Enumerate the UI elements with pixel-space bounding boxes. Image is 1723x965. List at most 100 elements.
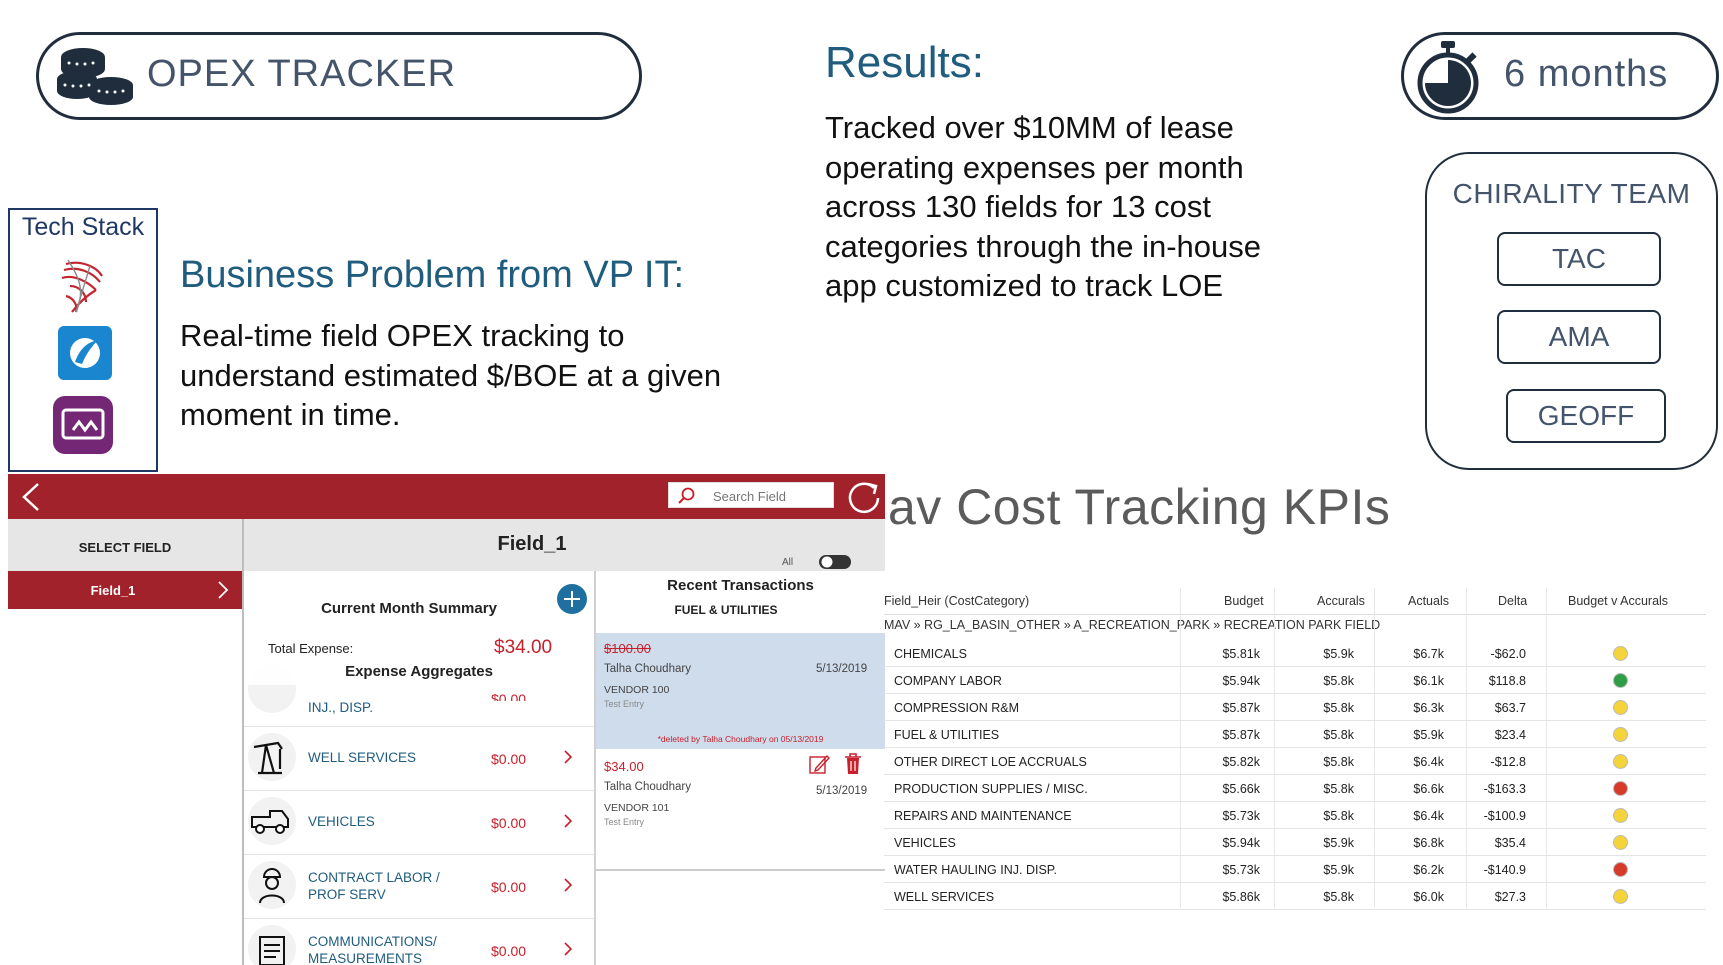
kpi-actuals: $6.3k bbox=[1413, 701, 1444, 715]
kpi-row[interactable]: CHEMICALS $5.81k $5.9k $6.7k -$62.0 bbox=[884, 640, 1706, 667]
all-toggle-switch[interactable] bbox=[818, 554, 852, 570]
kpi-row[interactable]: COMPANY LABOR $5.94k $5.8k $6.1k $118.8 bbox=[884, 667, 1706, 694]
expense-row-communications[interactable]: COMMUNICATIONS/ MEASUREMENTS $0.00 bbox=[244, 919, 594, 965]
kpi-breadcrumb: MAV » RG_LA_BASIN_OTHER » A_RECREATION_P… bbox=[884, 618, 1381, 632]
kpi-row[interactable]: PRODUCTION SUPPLIES / MISC. $5.66k $5.8k $6… bbox=[884, 775, 1706, 802]
expense-label: WELL SERVICES bbox=[308, 750, 417, 765]
team-member-geoff: GEOFF bbox=[1506, 389, 1666, 443]
transaction-date: 5/13/2019 bbox=[816, 785, 868, 797]
recent-transactions-panel: Recent Transactions FUEL & UTILITIES $10… bbox=[596, 571, 885, 965]
kpi-budget: $5.82k bbox=[1222, 755, 1260, 769]
kpi-actuals: $6.7k bbox=[1413, 647, 1444, 661]
transaction-item[interactable]: $34.00 Talha Choudhary 5/13/2019 VENDOR … bbox=[596, 751, 885, 871]
title-pill: OPEX TRACKER bbox=[36, 32, 642, 120]
back-arrow-icon[interactable] bbox=[16, 480, 46, 514]
kpi-category: CHEMICALS bbox=[894, 647, 967, 661]
kpi-budget: $5.87k bbox=[1222, 728, 1260, 742]
kpi-accurals: $5.8k bbox=[1323, 755, 1354, 769]
transaction-vendor: VENDOR 101 bbox=[604, 802, 670, 814]
kpi-header-category: Field_Heir (CostCategory) bbox=[884, 594, 1030, 608]
kpi-budget: $5.94k bbox=[1222, 674, 1260, 688]
results-text: Tracked over $10MM of lease operating ex… bbox=[825, 110, 1262, 303]
status-dot-red bbox=[1613, 862, 1628, 877]
opex-app-screen: SELECT FIELD Field_1 Field_1 All Current… bbox=[8, 474, 885, 965]
refresh-icon[interactable] bbox=[846, 478, 882, 516]
business-problem-text: Real-time field OPEX tracking to underst… bbox=[180, 318, 722, 432]
kpi-row[interactable]: WELL SERVICES $5.86k $5.8k $6.0k $27.3 bbox=[884, 883, 1706, 910]
trash-icon[interactable] bbox=[844, 753, 862, 775]
expense-value: $0.00 bbox=[491, 751, 527, 767]
results-heading: Results: bbox=[825, 38, 984, 87]
chevron-right-icon bbox=[564, 942, 573, 956]
kpi-accurals: $5.8k bbox=[1323, 701, 1354, 715]
status-dot-yellow bbox=[1613, 835, 1628, 850]
kpi-delta: -$140.9 bbox=[1483, 863, 1526, 877]
kpi-actuals: $6.8k bbox=[1413, 836, 1444, 850]
azure-data-icon bbox=[58, 326, 112, 380]
transaction-amount: $34.00 bbox=[604, 759, 644, 774]
kpi-accurals: $5.8k bbox=[1323, 782, 1354, 796]
expense-label: VEHICLES bbox=[308, 814, 375, 829]
kpi-category: OTHER DIRECT LOE ACCRUALS bbox=[894, 755, 1087, 769]
kpi-budget: $5.73k bbox=[1222, 863, 1260, 877]
duration-pill: 6 months bbox=[1401, 32, 1719, 120]
kpi-category: WELL SERVICES bbox=[894, 890, 995, 904]
kpi-actuals: $6.1k bbox=[1413, 674, 1444, 688]
search-input[interactable] bbox=[713, 486, 831, 506]
kpi-accurals: $5.8k bbox=[1323, 728, 1354, 742]
edit-icon[interactable] bbox=[808, 753, 830, 775]
kpi-actuals: $6.2k bbox=[1413, 863, 1444, 877]
tech-stack-box: Tech Stack bbox=[8, 208, 158, 472]
kpi-budget: $5.73k bbox=[1222, 809, 1260, 823]
kpi-title: av Cost Tracking KPIs bbox=[888, 479, 1391, 535]
kpi-category: COMPANY LABOR bbox=[894, 674, 1002, 688]
team-member-tac: TAC bbox=[1497, 232, 1661, 286]
kpi-category: COMPRESSION R&M bbox=[894, 701, 1020, 715]
transaction-user: Talha Choudhary bbox=[604, 781, 691, 793]
status-dot-yellow bbox=[1613, 700, 1628, 715]
status-dot-yellow bbox=[1613, 754, 1628, 769]
kpi-header-accurals: Accurals bbox=[1317, 594, 1365, 608]
kpi-row[interactable]: REPAIRS AND MAINTENANCE $5.73k $5.8k $6.4k -… bbox=[884, 802, 1706, 829]
kpi-row[interactable]: OTHER DIRECT LOE ACCRUALS $5.82k $5.8k $6.4… bbox=[884, 748, 1706, 775]
business-problem-heading: Business Problem from VP IT: bbox=[180, 254, 685, 296]
kpi-header-budget: Budget bbox=[1224, 594, 1264, 608]
expense-row-contract-labor[interactable]: CONTRACT LABOR / PROF SERV $0.00 bbox=[244, 855, 594, 919]
truck-icon bbox=[248, 797, 296, 845]
search-field-box[interactable] bbox=[668, 482, 834, 508]
power-apps-icon bbox=[53, 396, 113, 454]
kpi-delta: -$12.8 bbox=[1490, 755, 1526, 769]
kpi-actuals: $6.4k bbox=[1413, 755, 1444, 769]
kpi-row[interactable]: WATER HAULING INJ. DISP. $5.73k $5.9k $6.2k… bbox=[884, 856, 1706, 883]
page-title: OPEX TRACKER bbox=[147, 53, 457, 95]
kpi-category: FUEL & UTILITIES bbox=[894, 728, 1000, 742]
add-expense-button[interactable] bbox=[556, 583, 588, 615]
kpi-delta: $27.3 bbox=[1494, 890, 1526, 904]
kpi-actuals: $6.0k bbox=[1413, 890, 1444, 904]
coins-icon bbox=[57, 48, 133, 105]
transaction-date: 5/13/2019 bbox=[816, 663, 868, 675]
kpi-header-actuals: Actuals bbox=[1408, 594, 1449, 608]
kpi-row[interactable]: COMPRESSION R&M $5.87k $5.8k $6.3k $63.7 bbox=[884, 694, 1706, 721]
transaction-vendor: VENDOR 100 bbox=[604, 684, 670, 696]
expense-row-vehicles[interactable]: VEHICLES $0.00 bbox=[244, 791, 594, 855]
kpi-row[interactable]: VEHICLES $5.94k $5.9k $6.8k $35.4 bbox=[884, 829, 1706, 856]
kpi-row[interactable]: FUEL & UTILITIES $5.87k $5.8k $5.9k $23.4 bbox=[884, 721, 1706, 748]
transaction-item-deleted[interactable]: $100.00 Talha Choudhary 5/13/2019 VENDOR… bbox=[596, 633, 885, 749]
search-icon bbox=[678, 487, 695, 504]
expense-label: COMMUNICATIONS/ bbox=[308, 934, 437, 949]
kpi-accurals: $5.8k bbox=[1323, 674, 1354, 688]
current-month-summary: Current Month Summary Total Expense: $34… bbox=[244, 571, 594, 965]
stopwatch-icon bbox=[1417, 41, 1479, 114]
worker-icon bbox=[248, 861, 296, 909]
kpi-budget: $5.66k bbox=[1222, 782, 1260, 796]
expense-label-line2: PROF SERV bbox=[308, 887, 386, 902]
status-dot-yellow bbox=[1613, 889, 1628, 904]
chevron-right-icon bbox=[564, 814, 573, 828]
field-list-item-field-1[interactable]: Field_1 bbox=[8, 571, 242, 609]
expense-row-well-services[interactable]: WELL SERVICES $0.00 bbox=[244, 727, 594, 791]
total-expense-label: Total Expense: bbox=[268, 641, 354, 656]
kpi-accurals: $5.9k bbox=[1323, 647, 1354, 661]
field-header: Field_1 All bbox=[242, 519, 885, 571]
kpi-category: VEHICLES bbox=[894, 836, 956, 850]
